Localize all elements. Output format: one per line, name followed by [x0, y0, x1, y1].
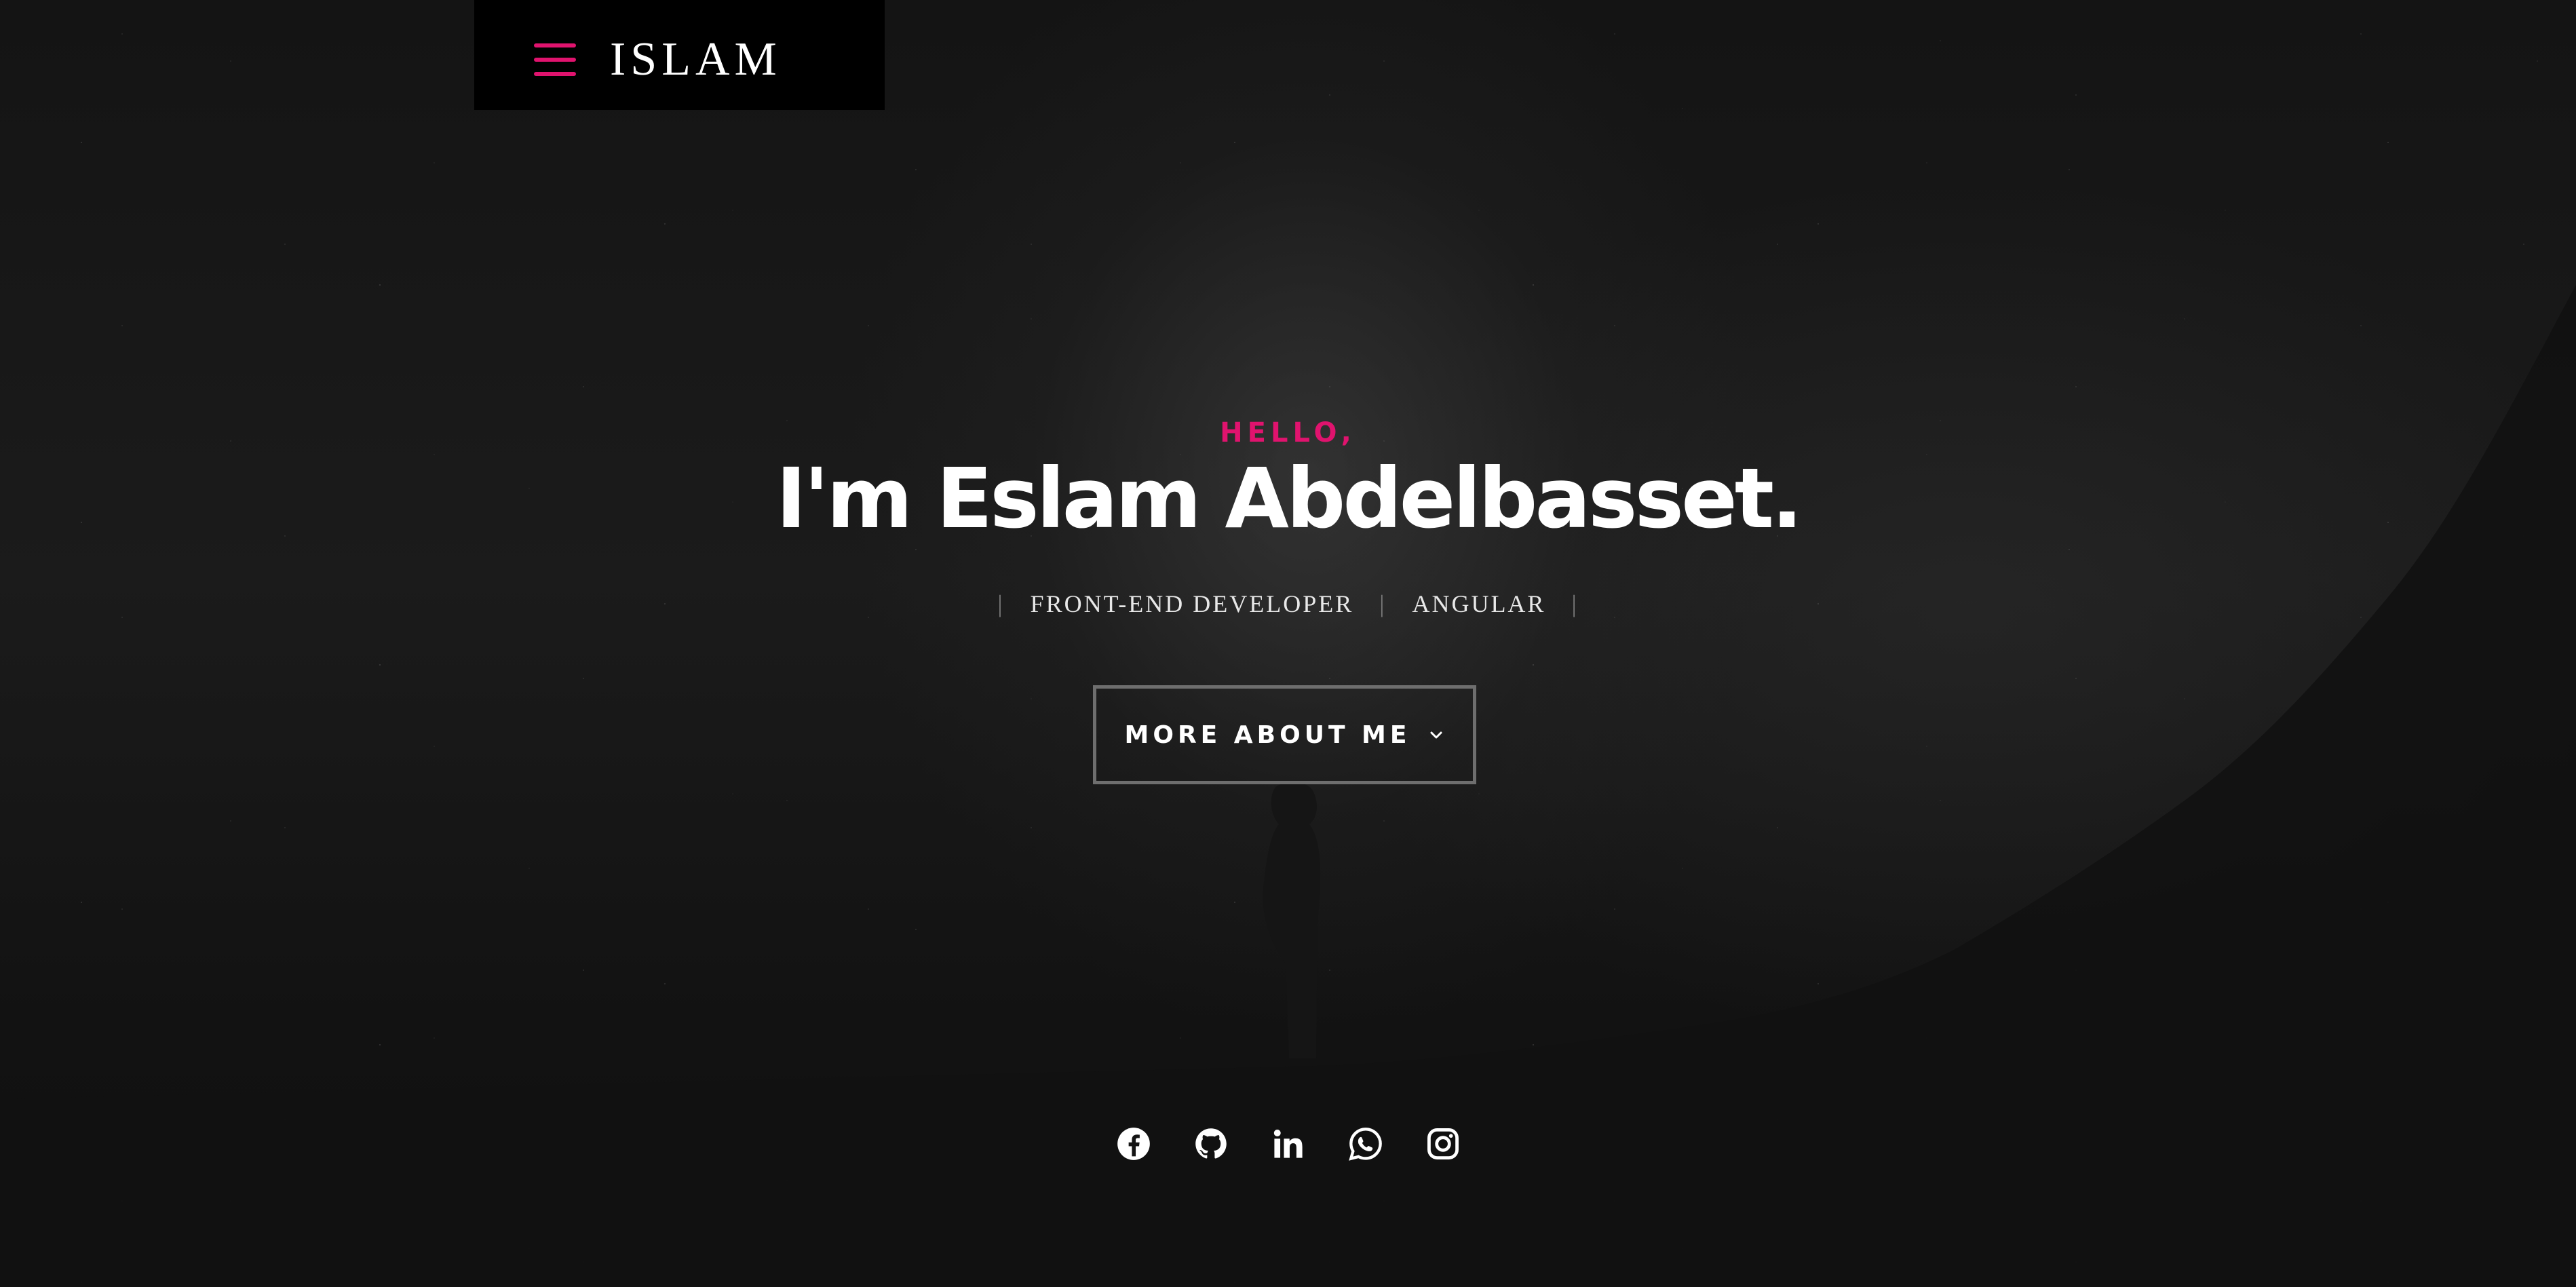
instagram-icon[interactable]: [1425, 1126, 1461, 1161]
role-separator: |: [1571, 590, 1579, 617]
role-separator: |: [1379, 590, 1387, 617]
whatsapp-icon[interactable]: [1348, 1126, 1383, 1161]
role-separator: |: [997, 590, 1005, 617]
social-links: [0, 1126, 2576, 1161]
more-about-me-button[interactable]: MORE ABOUT ME: [1093, 685, 1476, 784]
hero-background: [0, 0, 2576, 1287]
more-about-me-label: MORE ABOUT ME: [1124, 721, 1411, 749]
site-logo[interactable]: ISLAM: [610, 33, 782, 87]
hamburger-menu-icon[interactable]: [534, 43, 576, 77]
role-angular: ANGULAR: [1412, 590, 1546, 617]
header-bar: ISLAM: [474, 0, 885, 110]
facebook-icon[interactable]: [1116, 1126, 1151, 1161]
role-list: | FRONT-END DEVELOPER | ANGULAR |: [0, 588, 2576, 620]
role-front-end-developer: FRONT-END DEVELOPER: [1030, 590, 1354, 617]
chevron-down-icon: [1430, 731, 1442, 739]
github-icon[interactable]: [1193, 1126, 1229, 1161]
hero-greeting: HELLO,: [1220, 417, 1356, 448]
hero-headline: I'm Eslam Abdelbasset.: [775, 450, 1803, 547]
linkedin-icon[interactable]: [1271, 1126, 1306, 1161]
mountain-silhouette: [0, 285, 2576, 1287]
person-silhouette: [1263, 782, 1321, 1058]
